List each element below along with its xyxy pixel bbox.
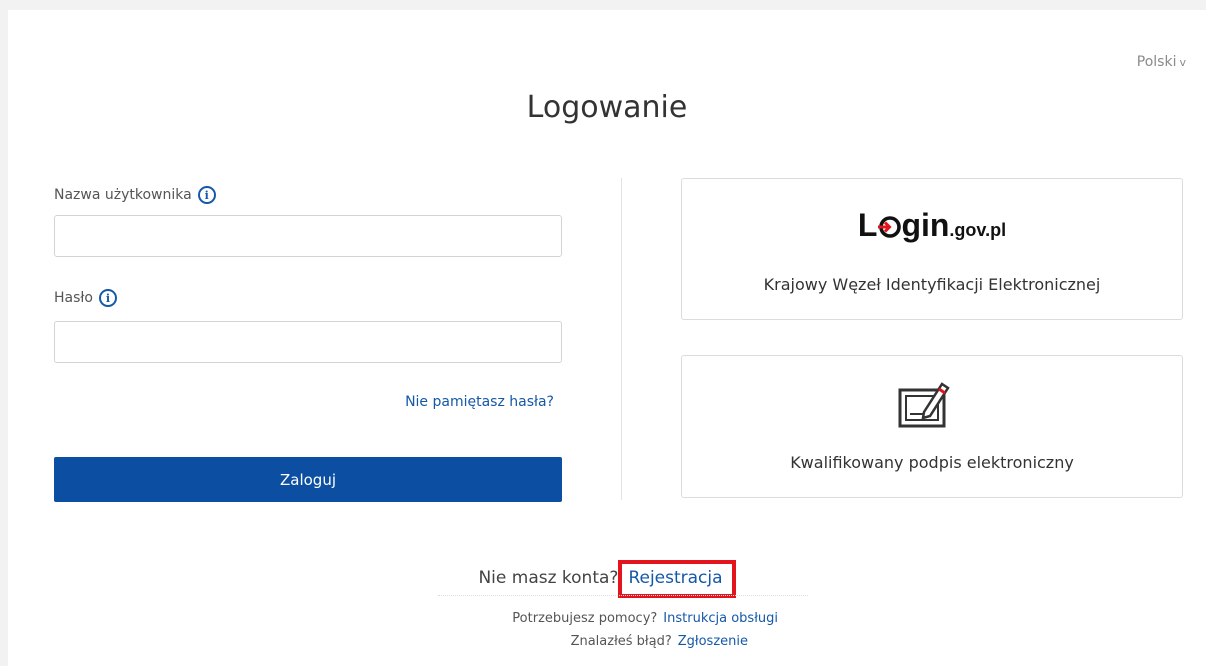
qualified-signature-description: Kwalifikowany podpis elektroniczny bbox=[790, 453, 1074, 472]
login-card: Polski v Logowanie Nazwa użytkownika i Ha… bbox=[8, 10, 1206, 666]
info-icon[interactable]: i bbox=[197, 186, 216, 204]
password-input[interactable] bbox=[54, 321, 562, 363]
chevron-down-icon: v bbox=[1179, 56, 1186, 69]
report-link[interactable]: Zgłoszenie bbox=[678, 634, 748, 649]
bug-row: Znalazłeś błąd? Zgłoszenie bbox=[571, 634, 748, 649]
vertical-divider bbox=[621, 178, 622, 500]
login-gov-logo: Lgin.gov.pl bbox=[682, 207, 1182, 244]
login-button[interactable]: Zaloguj bbox=[54, 457, 562, 502]
username-label-row: Nazwa użytkownika i bbox=[54, 186, 216, 204]
forgot-password-link[interactable]: Nie pamiętasz hasła? bbox=[405, 394, 554, 410]
page-title: Logowanie bbox=[526, 90, 688, 125]
login-gov-description: Krajowy Węzeł Identyfikacji Elektroniczn… bbox=[763, 275, 1101, 294]
logo-main: Lgin bbox=[857, 207, 950, 243]
signature-tablet-icon bbox=[898, 382, 950, 428]
manual-link[interactable]: Instrukcja obsługi bbox=[663, 611, 778, 626]
password-label: Hasło bbox=[54, 290, 93, 306]
password-label-row: Hasło i bbox=[54, 289, 117, 307]
logo-arrow-o-icon bbox=[878, 216, 902, 238]
bug-question: Znalazłeś błąd? bbox=[570, 634, 672, 649]
register-link[interactable]: Rejestracja bbox=[618, 560, 736, 598]
qualified-signature-option[interactable]: Kwalifikowany podpis elektroniczny bbox=[681, 355, 1183, 498]
language-label: Polski bbox=[1136, 54, 1177, 70]
register-row: Nie masz konta? Rejestracja bbox=[8, 560, 1206, 598]
dotted-divider bbox=[438, 595, 808, 596]
info-icon[interactable]: i bbox=[98, 289, 117, 307]
username-input[interactable] bbox=[54, 215, 562, 257]
help-row: Potrzebujesz pomocy? Instrukcja obsługi bbox=[512, 611, 778, 626]
register-question: Nie masz konta? bbox=[478, 568, 619, 588]
help-question: Potrzebujesz pomocy? bbox=[512, 611, 658, 626]
login-gov-option[interactable]: Lgin.gov.pl Krajowy Węzeł Identyfikacji … bbox=[681, 178, 1183, 320]
logo-suffix: .gov.pl bbox=[949, 220, 1007, 240]
username-label: Nazwa użytkownika bbox=[54, 187, 192, 203]
language-selector[interactable]: Polski v bbox=[1137, 54, 1186, 70]
